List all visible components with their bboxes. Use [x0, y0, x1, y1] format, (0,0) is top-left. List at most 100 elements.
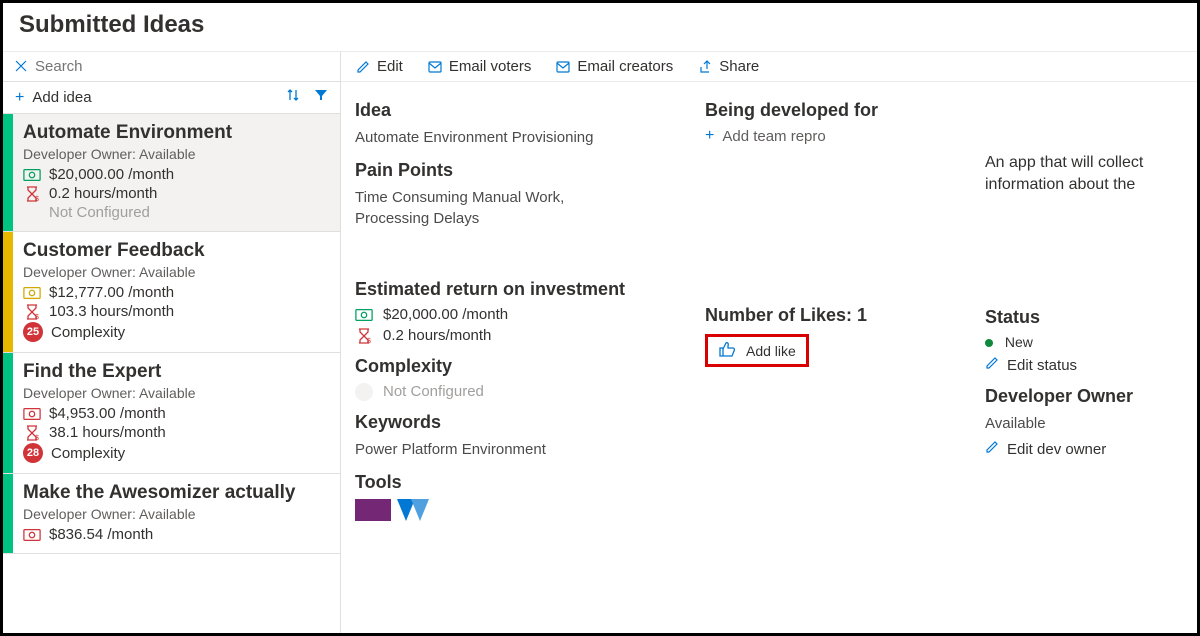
hourglass-icon: $ — [23, 305, 41, 319]
status-value-row: New — [985, 334, 1183, 350]
pencil-icon — [355, 60, 371, 74]
idea-owner: Developer Owner: Available — [23, 146, 330, 162]
money-icon — [23, 286, 41, 300]
money-line: $20,000.00 /month — [23, 166, 330, 183]
svg-text:$: $ — [35, 435, 39, 441]
idea-owner: Developer Owner: Available — [23, 506, 330, 522]
ideas-list: Automate Environment Developer Owner: Ava… — [3, 114, 340, 554]
add-repro-label: Add team repro — [722, 128, 825, 145]
idea-title: Make the Awesomizer actually — [23, 482, 330, 504]
idea-owner: Developer Owner: Available — [23, 385, 330, 401]
search-input[interactable] — [35, 58, 328, 75]
money-value: $20,000.00 /month — [49, 166, 174, 183]
svg-text:$: $ — [367, 338, 371, 344]
share-label: Share — [719, 58, 759, 75]
money-icon — [355, 308, 373, 322]
keywords-value: Power Platform Environment — [355, 439, 685, 460]
add-like-button[interactable]: Add like — [705, 334, 809, 367]
money-line: $836.54 /month — [23, 526, 330, 543]
stripe — [3, 232, 13, 352]
money-icon — [23, 168, 41, 182]
pencil-icon — [985, 356, 999, 374]
page-title: Submitted Ideas — [19, 11, 1181, 39]
svg-text:$: $ — [35, 196, 39, 202]
idea-title: Customer Feedback — [23, 240, 330, 262]
devowner-heading: Developer Owner — [985, 386, 1183, 407]
tool-icon-1 — [355, 499, 391, 521]
complexity-icon — [23, 206, 41, 220]
money-icon — [23, 407, 41, 421]
mail-icon — [555, 61, 571, 73]
status-dot-icon — [985, 339, 993, 347]
complexity-label: Complexity — [51, 324, 125, 341]
money-value: $836.54 /month — [49, 526, 153, 543]
complexity-badge: 25 — [23, 322, 43, 342]
content: Edit Email voters Email creators Share I — [341, 52, 1197, 633]
roi-hours-line: $ 0.2 hours/month — [355, 327, 685, 344]
tools-heading: Tools — [355, 472, 685, 493]
add-idea-row: + Add idea — [3, 82, 340, 114]
plus-icon[interactable]: + — [15, 89, 24, 107]
roi-money-line: $20,000.00 /month — [355, 306, 685, 323]
complexity-badge: 28 — [23, 443, 43, 463]
complexity-line: 25 Complexity — [23, 322, 330, 342]
idea-item[interactable]: Automate Environment Developer Owner: Ava… — [3, 114, 340, 232]
money-value: $12,777.00 /month — [49, 284, 174, 301]
edit-button[interactable]: Edit — [355, 58, 403, 75]
edit-status-button[interactable]: Edit status — [985, 356, 1183, 374]
filter-icon[interactable] — [314, 88, 328, 107]
hourglass-icon: $ — [23, 187, 41, 201]
svg-text:$: $ — [35, 314, 39, 320]
add-idea-label[interactable]: Add idea — [32, 89, 272, 106]
status-value: New — [1005, 334, 1033, 350]
title-bar: Submitted Ideas — [3, 3, 1197, 52]
detail-pane: Idea Automate Environment Provisioning P… — [341, 82, 1197, 633]
idea-value: Automate Environment Provisioning — [355, 127, 685, 148]
hourglass-icon: $ — [355, 329, 373, 343]
hours-line: $103.3 hours/month — [23, 303, 330, 320]
status-heading: Status — [985, 307, 1183, 328]
edit-status-label: Edit status — [1007, 357, 1077, 374]
idea-owner: Developer Owner: Available — [23, 264, 330, 280]
edit-devowner-label: Edit dev owner — [1007, 441, 1106, 458]
email-creators-label: Email creators — [577, 58, 673, 75]
email-creators-button[interactable]: Email creators — [555, 58, 673, 75]
being-heading: Being developed for — [705, 100, 965, 121]
share-icon — [697, 60, 713, 74]
money-value: $4,953.00 /month — [49, 405, 166, 422]
idea-title: Find the Expert — [23, 361, 330, 383]
idea-title: Automate Environment — [23, 122, 330, 144]
description-text: An app that will collect information abo… — [985, 152, 1183, 195]
roi-hours-value: 0.2 hours/month — [383, 327, 491, 344]
devowner-value: Available — [985, 413, 1183, 434]
roi-heading: Estimated return on investment — [355, 279, 685, 300]
hours-line: $0.2 hours/month — [23, 185, 330, 202]
toolbar: Edit Email voters Email creators Share — [341, 52, 1197, 82]
hours-line: $38.1 hours/month — [23, 424, 330, 441]
hours-value: 0.2 hours/month — [49, 185, 157, 202]
search-row[interactable] — [3, 52, 340, 82]
sort-icon[interactable] — [286, 88, 300, 107]
likes-heading: Number of Likes: 1 — [705, 305, 965, 326]
thumb-up-icon — [718, 341, 736, 360]
roi-money-value: $20,000.00 /month — [383, 306, 508, 323]
idea-item[interactable]: Find the Expert Developer Owner: Availabl… — [3, 353, 340, 474]
pain-heading: Pain Points — [355, 160, 685, 181]
complexity-line: Not Configured — [355, 383, 685, 400]
complexity-icon — [355, 385, 373, 399]
complexity-value: Not Configured — [383, 383, 484, 400]
stripe — [3, 474, 13, 553]
edit-devowner-button[interactable]: Edit dev owner — [985, 440, 1183, 458]
share-button[interactable]: Share — [697, 58, 759, 75]
idea-item[interactable]: Customer Feedback Developer Owner: Availa… — [3, 232, 340, 353]
add-team-repro[interactable]: + Add team repro — [705, 127, 965, 145]
stripe — [3, 114, 13, 231]
email-voters-button[interactable]: Email voters — [427, 58, 532, 75]
complexity-label: Not Configured — [49, 204, 150, 221]
idea-item[interactable]: Make the Awesomizer actually Developer Ow… — [3, 474, 340, 554]
close-icon[interactable] — [15, 59, 27, 75]
complexity-line: 28Complexity — [23, 443, 330, 463]
money-line: $12,777.00 /month — [23, 284, 330, 301]
hourglass-icon: $ — [23, 426, 41, 440]
money-line: $4,953.00 /month — [23, 405, 330, 422]
